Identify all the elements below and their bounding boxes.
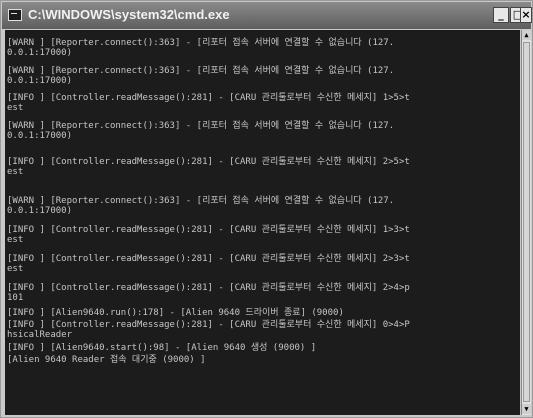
console-line: [INFO ] [Alien9640.start():98] - [Alien … bbox=[7, 343, 317, 353]
console-line: [INFO ] [Alien9640.run():178] - [Alien 9… bbox=[7, 308, 344, 318]
cmd-window: C:\WINDOWS\system32\cmd.exe _ □ × [WARN … bbox=[0, 0, 533, 418]
console-output[interactable]: [WARN ] [Reporter.connect():363] - [리포터 … bbox=[5, 30, 520, 415]
console-line: [INFO ] [Controller.readMessage():281] -… bbox=[7, 225, 410, 235]
console-line: [INFO ] [Controller.readMessage():281] -… bbox=[7, 320, 410, 330]
console-line: [WARN ] [Reporter.connect():363] - [리포터 … bbox=[7, 66, 395, 76]
console-line: 0.0.1:17000) bbox=[7, 206, 73, 216]
scroll-up-arrow-icon[interactable]: ▲ bbox=[522, 30, 531, 40]
minimize-button[interactable]: _ bbox=[493, 7, 509, 23]
close-button[interactable]: × bbox=[520, 7, 532, 23]
console-line: [Alien 9640 Reader 접속 대기중 (9000) ] bbox=[7, 355, 206, 365]
window-title: C:\WINDOWS\system32\cmd.exe bbox=[28, 7, 230, 22]
scroll-thumb[interactable] bbox=[523, 42, 530, 402]
console-line: 101 bbox=[7, 293, 24, 303]
console-line: hsicalReader bbox=[7, 330, 73, 340]
console-line: [INFO ] [Controller.readMessage():281] -… bbox=[7, 254, 410, 264]
console-line: est bbox=[7, 235, 24, 245]
scroll-down-arrow-icon[interactable]: ▼ bbox=[522, 404, 531, 414]
console-line: est bbox=[7, 264, 24, 274]
console-line: [INFO ] [Controller.readMessage():281] -… bbox=[7, 93, 410, 103]
console-line: [INFO ] [Controller.readMessage():281] -… bbox=[7, 283, 410, 293]
console-line: est bbox=[7, 167, 24, 177]
vertical-scrollbar[interactable]: ▲ ▼ bbox=[521, 30, 531, 415]
title-bar[interactable]: C:\WINDOWS\system32\cmd.exe _ □ × bbox=[2, 2, 532, 29]
console-line: [WARN ] [Reporter.connect():363] - [리포터 … bbox=[7, 196, 395, 206]
console-line: 0.0.1:17000) bbox=[7, 48, 73, 58]
console-line: 0.0.1:17000) bbox=[7, 76, 73, 86]
console-line: [WARN ] [Reporter.connect():363] - [리포터 … bbox=[7, 121, 395, 131]
console-line: [INFO ] [Controller.readMessage():281] -… bbox=[7, 157, 410, 167]
console-icon bbox=[8, 9, 22, 21]
console-line: 0.0.1:17000) bbox=[7, 131, 73, 141]
console-line: est bbox=[7, 103, 24, 113]
console-line: [WARN ] [Reporter.connect():363] - [리포터 … bbox=[7, 38, 395, 48]
